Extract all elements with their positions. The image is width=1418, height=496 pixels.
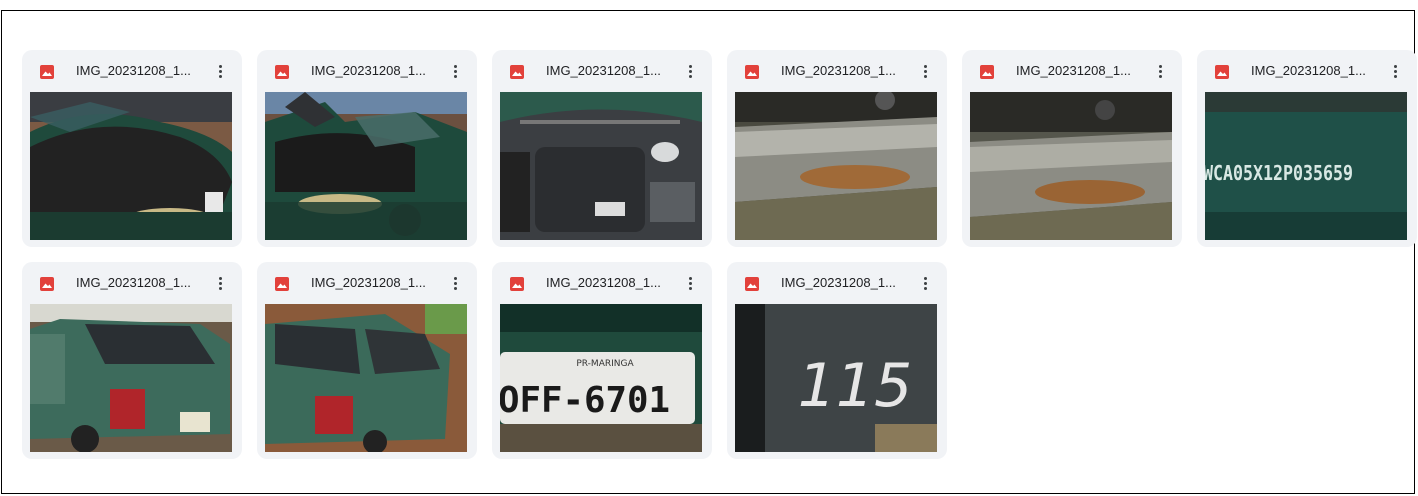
file-name[interactable]: IMG_20231208_1... <box>1016 63 1156 78</box>
more-options-icon[interactable] <box>445 272 465 294</box>
file-card[interactable]: IMG_20231208_1... 115 <box>727 262 947 459</box>
file-card-header: IMG_20231208_1... <box>727 262 947 304</box>
plate-region-text: PR-MARINGA <box>576 359 634 369</box>
file-name[interactable]: IMG_20231208_1... <box>781 275 921 290</box>
more-options-icon[interactable] <box>210 60 230 82</box>
file-card-header: IMG_20231208_1... <box>962 50 1182 92</box>
file-card[interactable]: IMG_20231208_1... <box>257 50 477 247</box>
image-thumbnail[interactable] <box>735 92 937 240</box>
image-file-icon <box>745 277 759 291</box>
file-card-header: IMG_20231208_1... <box>727 50 947 92</box>
handwritten-number-text: 115 <box>798 351 913 421</box>
image-thumbnail[interactable] <box>265 304 467 452</box>
image-file-icon <box>275 277 289 291</box>
image-thumbnail[interactable]: PR-MARINGA OFF-6701 <box>500 304 702 452</box>
image-thumbnail[interactable]: 115 <box>735 304 937 452</box>
file-name[interactable]: IMG_20231208_1... <box>546 275 686 290</box>
more-options-icon[interactable] <box>680 272 700 294</box>
file-card[interactable]: IMG_20231208_1... <box>492 50 712 247</box>
file-card-header: IMG_20231208_1... <box>1197 50 1417 92</box>
file-card-header: IMG_20231208_1... <box>257 262 477 304</box>
file-name[interactable]: IMG_20231208_1... <box>76 275 216 290</box>
image-thumbnail[interactable] <box>500 92 702 240</box>
image-file-icon <box>1215 65 1229 79</box>
file-card[interactable]: IMG_20231208_1... <box>257 262 477 459</box>
image-file-icon <box>510 277 524 291</box>
file-card[interactable]: IMG_20231208_1... <box>962 50 1182 247</box>
file-card[interactable]: IMG_20231208_1... <box>22 50 242 247</box>
file-card[interactable]: IMG_20231208_1... <box>22 262 242 459</box>
file-card[interactable]: IMG_20231208_1... WCA05X12P035659 <box>1197 50 1417 247</box>
file-card-header: IMG_20231208_1... <box>257 50 477 92</box>
image-file-icon <box>40 65 54 79</box>
file-name[interactable]: IMG_20231208_1... <box>311 275 451 290</box>
image-file-icon <box>745 65 759 79</box>
image-thumbnail[interactable] <box>970 92 1172 240</box>
more-options-icon[interactable] <box>680 60 700 82</box>
image-thumbnail[interactable]: WCA05X12P035659 <box>1205 92 1407 240</box>
file-card-header: IMG_20231208_1... <box>492 262 712 304</box>
file-name[interactable]: IMG_20231208_1... <box>76 63 216 78</box>
vin-text: WCA05X12P035659 <box>1205 161 1353 185</box>
more-options-icon[interactable] <box>915 272 935 294</box>
file-card-header: IMG_20231208_1... <box>22 50 242 92</box>
image-file-icon <box>980 65 994 79</box>
file-name[interactable]: IMG_20231208_1... <box>311 63 451 78</box>
file-name[interactable]: IMG_20231208_1... <box>1251 63 1391 78</box>
image-thumbnail[interactable] <box>30 92 232 240</box>
more-options-icon[interactable] <box>210 272 230 294</box>
more-options-icon[interactable] <box>1150 60 1170 82</box>
file-grid-panel: IMG_20231208_1... IMG_20231208_1... IMG_… <box>1 10 1417 494</box>
file-card-header: IMG_20231208_1... <box>22 262 242 304</box>
file-name[interactable]: IMG_20231208_1... <box>546 63 686 78</box>
image-thumbnail[interactable] <box>30 304 232 452</box>
image-file-icon <box>40 277 54 291</box>
image-file-icon <box>510 65 524 79</box>
more-options-icon[interactable] <box>1385 60 1405 82</box>
more-options-icon[interactable] <box>445 60 465 82</box>
image-thumbnail[interactable] <box>265 92 467 240</box>
plate-number-text: OFF-6701 <box>500 380 670 421</box>
file-card-header: IMG_20231208_1... <box>492 50 712 92</box>
image-file-icon <box>275 65 289 79</box>
file-card[interactable]: IMG_20231208_1... PR-MARINGA OFF-6701 <box>492 262 712 459</box>
more-options-icon[interactable] <box>915 60 935 82</box>
file-name[interactable]: IMG_20231208_1... <box>781 63 921 78</box>
file-card[interactable]: IMG_20231208_1... <box>727 50 947 247</box>
